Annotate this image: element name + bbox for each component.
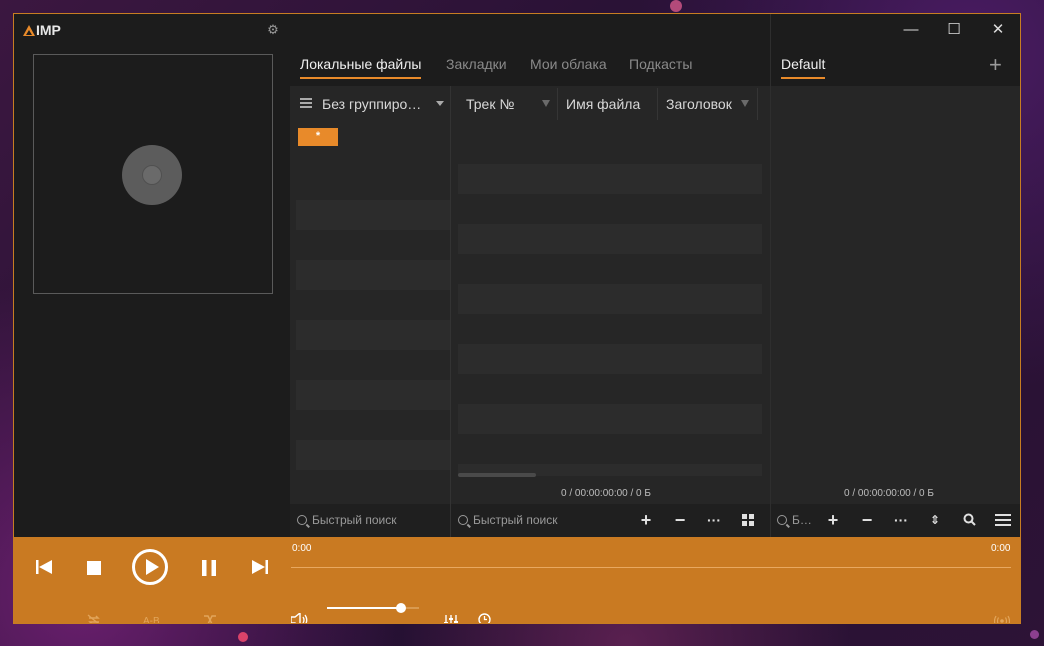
more-icon[interactable]: ··· [704, 510, 724, 530]
list-row-stripe [296, 320, 450, 350]
gear-icon[interactable]: ⚙ [266, 23, 280, 37]
horizontal-scrollbar[interactable] [458, 473, 536, 477]
volume-slider[interactable] [327, 603, 419, 613]
previous-icon[interactable] [36, 560, 52, 579]
list-row-stripe [296, 440, 450, 470]
grouping-selector[interactable]: Без группиро… [322, 96, 421, 112]
minimize-icon[interactable]: — [897, 20, 925, 40]
remove-icon[interactable]: − [670, 510, 690, 530]
volume-fill [327, 607, 401, 609]
playlist-status: 0 / 00:00:00:00 / 0 Б [844, 488, 934, 499]
decor-dot [238, 632, 248, 642]
time-total: 0:00 [991, 543, 1011, 554]
decor-dot [1030, 630, 1039, 639]
list-row-stripe [296, 200, 450, 230]
track-search-input[interactable]: Быстрый поиск [458, 513, 557, 527]
search-icon [777, 515, 787, 525]
column-header-file-name[interactable]: Имя файла [566, 96, 640, 112]
close-icon[interactable]: ✕ [984, 20, 1012, 40]
volume-icon[interactable] [290, 611, 309, 623]
filter-icon[interactable] [741, 100, 749, 107]
column-separator[interactable] [657, 88, 658, 120]
decor-dot [670, 0, 682, 12]
maximize-icon[interactable]: ☐ [940, 20, 968, 40]
pause-icon[interactable] [202, 560, 216, 581]
stop-icon[interactable] [87, 561, 101, 580]
playlist-toolbar: Б… + − ··· ⇕ [771, 504, 1020, 537]
tab-my-clouds[interactable]: Мои облака [530, 56, 607, 72]
filter-icon[interactable] [542, 100, 550, 107]
group-column: Без группиро… * [290, 86, 450, 504]
tab-podcasts[interactable]: Подкасты [629, 56, 692, 72]
broadcast-icon[interactable] [993, 615, 1011, 623]
search-icon[interactable] [959, 510, 979, 530]
group-item-all[interactable]: * [298, 128, 338, 146]
playlist-panel: — ☐ ✕ Default + 0 / 00:00:00:00 / 0 Б Б…… [771, 14, 1020, 537]
disc-icon [122, 145, 182, 205]
list-row-stripe [458, 284, 762, 314]
clock-icon[interactable] [478, 613, 491, 623]
group-header[interactable]: Без группиро… [290, 86, 450, 120]
tab-bookmarks[interactable]: Закладки [446, 56, 507, 72]
menu-icon[interactable] [993, 510, 1013, 530]
library-status: 0 / 00:00:00:00 / 0 Б [561, 488, 651, 499]
group-search-input[interactable]: Быстрый поиск [297, 513, 396, 527]
aimp-window: IMP ⚙ Локальные файлы Закладки Мои облак… [13, 13, 1021, 624]
add-icon[interactable]: + [823, 510, 843, 530]
library-tabs: Локальные файлы Закладки Мои облака Подк… [290, 14, 770, 86]
search-icon [297, 515, 307, 525]
seek-bar[interactable] [291, 567, 1011, 568]
grid-view-icon[interactable] [738, 510, 758, 530]
logo-text: IMP [36, 22, 61, 38]
shuffle-icon[interactable] [203, 614, 217, 623]
sort-icon[interactable]: ⇕ [925, 510, 945, 530]
playlist-search-input[interactable]: Б… [777, 513, 812, 527]
group-search-bar: Быстрый поиск [290, 504, 450, 537]
column-separator[interactable] [757, 88, 758, 120]
list-row-stripe [296, 260, 450, 290]
search-icon [458, 515, 468, 525]
equalizer-icon[interactable] [444, 614, 458, 623]
play-button[interactable] [132, 549, 168, 585]
more-icon[interactable]: ··· [891, 510, 911, 530]
column-header-track-no[interactable]: Трек № [466, 96, 514, 112]
playlist-header: — ☐ ✕ Default + [771, 14, 1020, 86]
next-icon[interactable] [252, 560, 268, 579]
search-placeholder: Быстрый поиск [312, 513, 397, 527]
list-row-stripe [458, 224, 762, 254]
list-row-stripe [458, 164, 762, 194]
add-icon[interactable]: + [636, 510, 656, 530]
player-bar: A-B 0:00 0:00 [14, 537, 1020, 623]
track-list: Трек № Имя файла Заголовок 0 / 00:00:00:… [451, 86, 770, 504]
playlist-tab-default[interactable]: Default [781, 56, 826, 79]
remove-icon[interactable]: − [857, 510, 877, 530]
list-row-stripe [296, 380, 450, 410]
logo-triangle-icon [23, 24, 35, 36]
search-placeholder: Б… [792, 513, 812, 527]
app-logo: IMP [23, 22, 61, 38]
album-cover [33, 54, 273, 294]
volume-knob[interactable] [395, 603, 406, 613]
time-elapsed: 0:00 [292, 543, 312, 554]
list-row-stripe [458, 344, 762, 374]
menu-icon[interactable] [300, 98, 312, 108]
search-placeholder: Быстрый поиск [473, 513, 558, 527]
add-playlist-icon[interactable]: + [989, 54, 1002, 76]
track-toolbar: Быстрый поиск + − ··· [451, 504, 770, 537]
left-panel: IMP ⚙ [14, 14, 290, 537]
library-panel: Локальные файлы Закладки Мои облака Подк… [290, 14, 770, 537]
repeat-icon[interactable] [87, 614, 101, 623]
chevron-down-icon[interactable] [436, 101, 444, 106]
ab-repeat-button[interactable]: A-B [143, 616, 160, 623]
list-row-stripe [458, 404, 762, 434]
column-header-title[interactable]: Заголовок [666, 96, 732, 112]
column-separator[interactable] [557, 88, 558, 120]
tab-local-files[interactable]: Локальные файлы [300, 56, 422, 79]
